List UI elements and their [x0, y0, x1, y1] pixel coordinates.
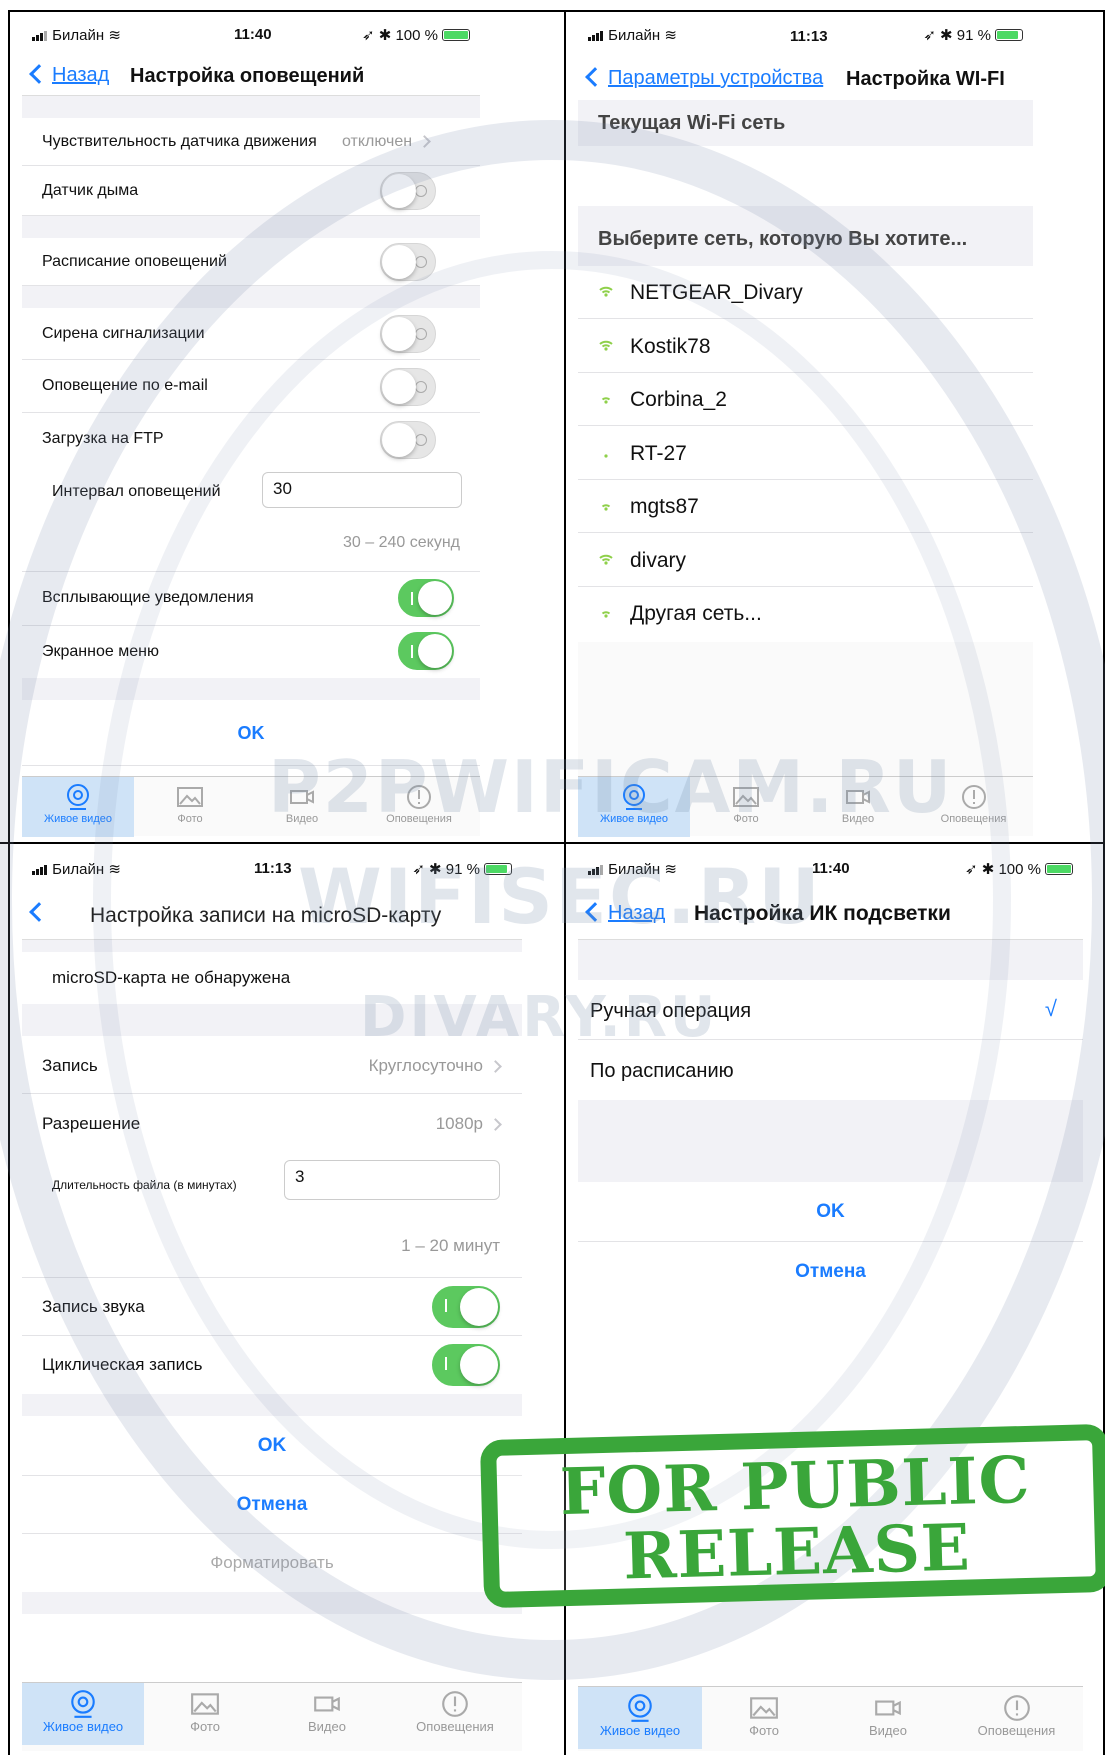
screenshot-collage: Билайн ≋ 11:40 ➶ ✱ 100 % Назад Настройка… [0, 0, 1105, 1755]
for-public-release-stamp: FOR PUBLIC RELEASE [479, 1423, 1105, 1609]
